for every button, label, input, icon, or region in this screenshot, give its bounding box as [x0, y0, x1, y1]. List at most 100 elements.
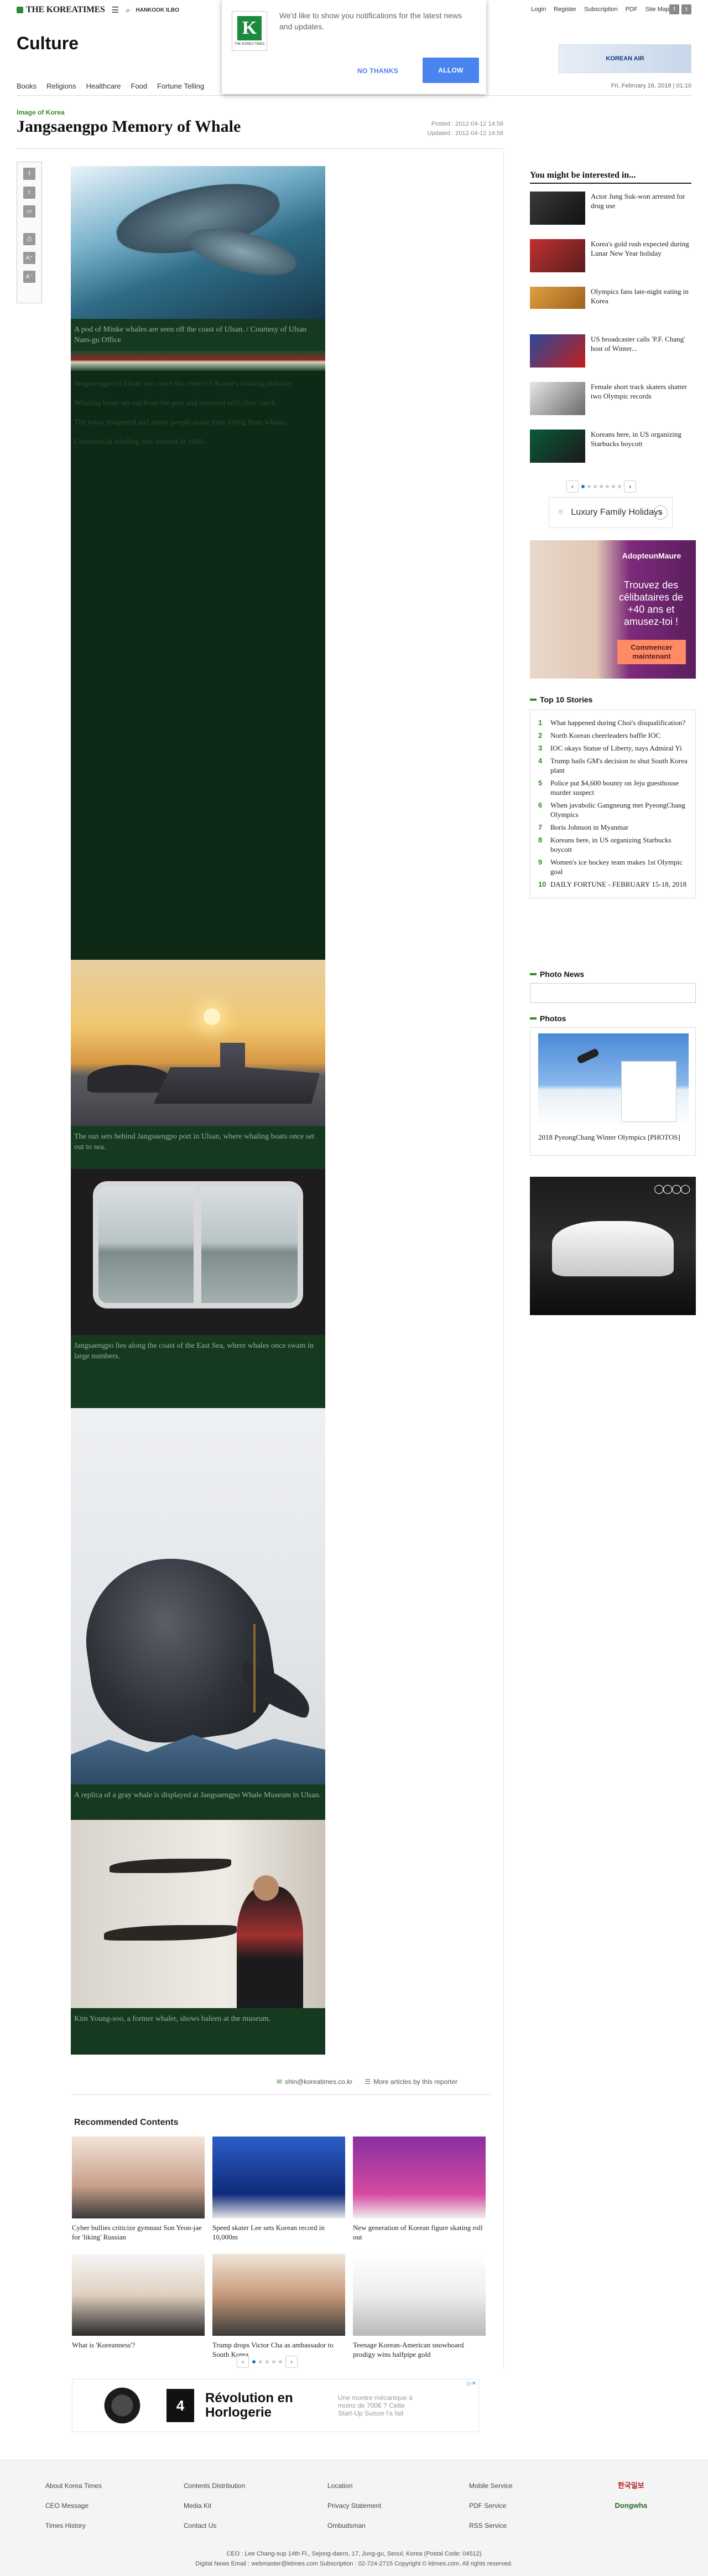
pager-dot[interactable] [594, 485, 597, 488]
facebook-icon[interactable]: f [669, 4, 679, 14]
twitter-icon[interactable]: t [681, 4, 691, 14]
interest-item[interactable]: Korea's gold rush expected during Lunar … [530, 239, 691, 272]
interest-item[interactable]: Olympics fans late-night eating in Korea [530, 287, 691, 309]
allow-button[interactable]: ALLOW [423, 58, 479, 83]
article-headline: Jangsaengpo Memory of Whale [17, 117, 241, 136]
pager-dot[interactable] [581, 485, 585, 488]
pager-dot[interactable] [252, 2360, 256, 2363]
site-logo[interactable]: THE KOREATIMES [17, 5, 105, 15]
no-thanks-button[interactable]: NO THANKS [347, 59, 409, 83]
hankook-link[interactable]: HANKOOK ILBO [136, 7, 179, 13]
twitter-share-icon[interactable]: t [23, 187, 35, 199]
photo-caption: Jangsaengpo lies along the coast of the … [71, 1335, 325, 1408]
pager-dot[interactable] [259, 2360, 262, 2363]
footer-link[interactable]: Contact Us [184, 2516, 245, 2536]
photo-news-box[interactable] [530, 983, 696, 1003]
footer-link[interactable]: Location [327, 2476, 381, 2496]
subscription-link[interactable]: Subscription [584, 6, 618, 13]
top10-item[interactable]: 5 Police put $4,600 bounty on Jeju guesth… [538, 778, 688, 797]
hankook-ilbo-logo[interactable]: 한국일보 [615, 2476, 648, 2496]
pager-dot[interactable] [272, 2360, 275, 2363]
interest-item[interactable]: US broadcaster calls 'P.F. Chang' host o… [530, 334, 691, 368]
sidebar-dating-ad[interactable]: AdopteunMaure Trouvez des célibataires d… [530, 540, 696, 679]
top10-item[interactable]: 6 When javabolic Gangneung met PyeongChan… [538, 800, 688, 819]
recommended-item[interactable]: Trump drops Victor Cha as ambassador to … [212, 2254, 345, 2361]
footer-link[interactable]: Ombudsman [327, 2516, 381, 2536]
pager-dot[interactable] [587, 485, 591, 488]
skier-shape [576, 1048, 600, 1064]
top10-item[interactable]: 9 Women's ice hockey team makes 1st Olymp… [538, 857, 688, 876]
prev-arrow-icon[interactable]: ‹ [237, 2356, 249, 2368]
sitemap-link[interactable]: Site Map [645, 6, 669, 13]
pager-dot[interactable] [618, 485, 621, 488]
pager-dot[interactable] [612, 485, 615, 488]
logo-text: THE KOREATIMES [26, 5, 105, 14]
nav-food[interactable]: Food [131, 82, 148, 90]
search-icon[interactable]: ⌕ [126, 6, 130, 15]
recommended-item[interactable]: Cyber bullies criticize gymnast Son Yeon… [72, 2137, 205, 2244]
top10-item[interactable]: 3 IOC okays Statue of Liberty, nays Admir… [538, 743, 688, 753]
footer-link[interactable]: Privacy Statement [327, 2496, 381, 2516]
interest-item[interactable]: Female short track skaters shatter two O… [530, 382, 691, 415]
next-arrow-icon[interactable]: › [285, 2356, 298, 2368]
top10-item[interactable]: 7 Boris Johnson in Myanmar [538, 823, 688, 832]
interest-item[interactable]: Koreans here, in US organizing Starbucks… [530, 430, 691, 463]
pdf-link[interactable]: PDF [626, 6, 638, 13]
ad-choices-icon[interactable]: ▷✕ [467, 2381, 476, 2387]
sidebar-car-ad[interactable]: ◯◯◯◯ [530, 1177, 696, 1315]
recommended-item[interactable]: Speed skater Lee sets Korean record in 1… [212, 2137, 345, 2244]
footer-link[interactable]: Mobile Service [469, 2476, 513, 2496]
rank-number: 4 [538, 757, 543, 765]
top10-item[interactable]: 10 DAILY FORTUNE - FEBRUARY 15-18, 2018 [538, 880, 688, 889]
dongwha-logo[interactable]: Dongwha [615, 2496, 648, 2516]
top10-item[interactable]: 1 What happened during Choi's disqualific… [538, 718, 688, 727]
footer-column: Mobile Service PDF Service RSS Service [469, 2476, 513, 2536]
next-arrow-icon[interactable]: › [624, 480, 636, 493]
recommended-item[interactable]: Teenage Korean-American snowboard prodig… [353, 2254, 486, 2361]
header-ad[interactable]: KOREAN AIR [559, 44, 691, 73]
footer-column: Contents Distribution Media Kit Contact … [184, 2476, 245, 2536]
footer-link[interactable]: RSS Service [469, 2516, 513, 2536]
footer-link[interactable]: Media Kit [184, 2496, 245, 2516]
font-decrease-icon[interactable]: A⁻ [23, 271, 35, 283]
font-increase-icon[interactable]: A⁺ [23, 252, 35, 264]
top10-item[interactable]: 8 Koreans here, in US organizing Starbuck… [538, 835, 688, 854]
nav-fortune-telling[interactable]: Fortune Telling [157, 82, 204, 90]
nav-books[interactable]: Books [17, 82, 37, 90]
prev-arrow-icon[interactable]: ‹ [566, 480, 579, 493]
nav-healthcare[interactable]: Healthcare [86, 82, 121, 90]
nav-divider [17, 95, 691, 96]
more-by-reporter-link[interactable]: ☰ More articles by this reporter [365, 2078, 457, 2086]
sidebar-text-ad[interactable]: ≡ Luxury Family Holidays › [549, 497, 673, 528]
recommended-headline: Cyber bullies criticize gymnast Son Yeon… [72, 2223, 202, 2241]
dating-ad-button[interactable]: Commencer maintenant [617, 640, 686, 664]
recommended-item[interactable]: New generation of Korean figure skating … [353, 2137, 486, 2244]
top10-item[interactable]: 4 Trump hails GM's decision to shut South… [538, 756, 688, 775]
comment-icon[interactable]: ▭ [23, 205, 35, 218]
article-kicker[interactable]: Image of Korea [17, 108, 65, 116]
pager-dot[interactable] [266, 2360, 269, 2363]
pager-dot[interactable] [279, 2360, 282, 2363]
recommended-item[interactable]: What is 'Koreanness'? [72, 2254, 205, 2361]
photo-strip [71, 351, 325, 371]
print-icon[interactable]: ⎙ [23, 233, 35, 245]
top10-item[interactable]: 2 North Korean cheerleaders baffle IOC [538, 731, 688, 740]
section-title[interactable]: Culture [17, 33, 79, 54]
interest-item[interactable]: Actor Jung Suk-won arrested for drug use [530, 192, 691, 225]
footer-link[interactable]: PDF Service [469, 2496, 513, 2516]
photos-box[interactable]: 2018 PyeongChang Winter Olympics [PHOTOS… [530, 1027, 696, 1156]
login-link[interactable]: Login [531, 6, 546, 13]
pager-dot[interactable] [600, 485, 603, 488]
footer-link[interactable]: Times History [45, 2516, 102, 2536]
footer-link[interactable]: About Korea Times [45, 2476, 102, 2496]
menu-icon[interactable]: ☰ [112, 5, 119, 15]
reporter-email[interactable]: ✉ shin@koreatimes.co.kr [277, 2078, 352, 2086]
footer-link[interactable]: Contents Distribution [184, 2476, 245, 2496]
register-link[interactable]: Register [554, 6, 576, 13]
watch-ad[interactable]: ▷✕ 4 Révolution en Horlogerie Une montre… [72, 2379, 479, 2432]
chevron-right-icon[interactable]: › [653, 505, 668, 520]
footer-link[interactable]: CEO Message [45, 2496, 102, 2516]
pager-dot[interactable] [606, 485, 609, 488]
facebook-share-icon[interactable]: f [23, 168, 35, 180]
nav-religions[interactable]: Religions [46, 82, 76, 90]
